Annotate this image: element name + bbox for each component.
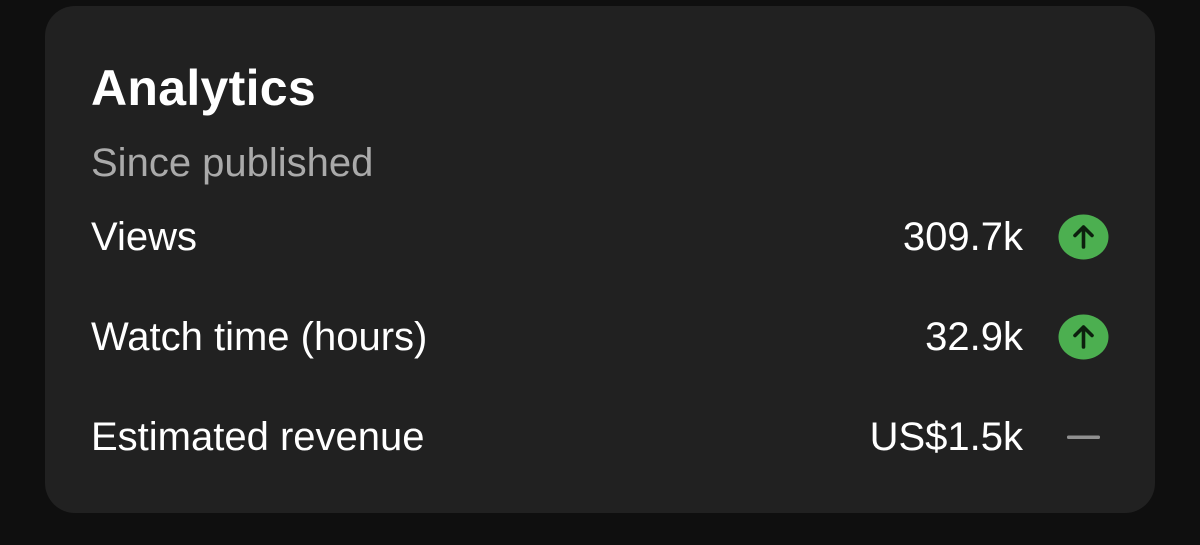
- metric-row-estimated-revenue: Estimated revenue US$1.5k: [91, 407, 1109, 467]
- metric-label: Watch time (hours): [91, 315, 428, 359]
- analytics-title: Analytics: [91, 60, 317, 116]
- up-arrow-icon: [1058, 214, 1109, 260]
- up-arrow-icon: [1058, 314, 1109, 360]
- metric-label: Views: [91, 215, 197, 259]
- metric-row-views: Views 309.7k: [91, 207, 1109, 267]
- dash-icon: [1058, 414, 1109, 460]
- metric-value: US$1.5k: [869, 415, 1023, 459]
- metric-label: Estimated revenue: [91, 415, 425, 459]
- metric-value: 309.7k: [902, 215, 1023, 259]
- analytics-subtitle: Since published: [91, 141, 374, 185]
- analytics-card: Analytics Since published Views 309.7k W…: [45, 6, 1155, 513]
- metric-value: 32.9k: [925, 315, 1023, 359]
- metric-row-watch-time: Watch time (hours) 32.9k: [91, 307, 1109, 367]
